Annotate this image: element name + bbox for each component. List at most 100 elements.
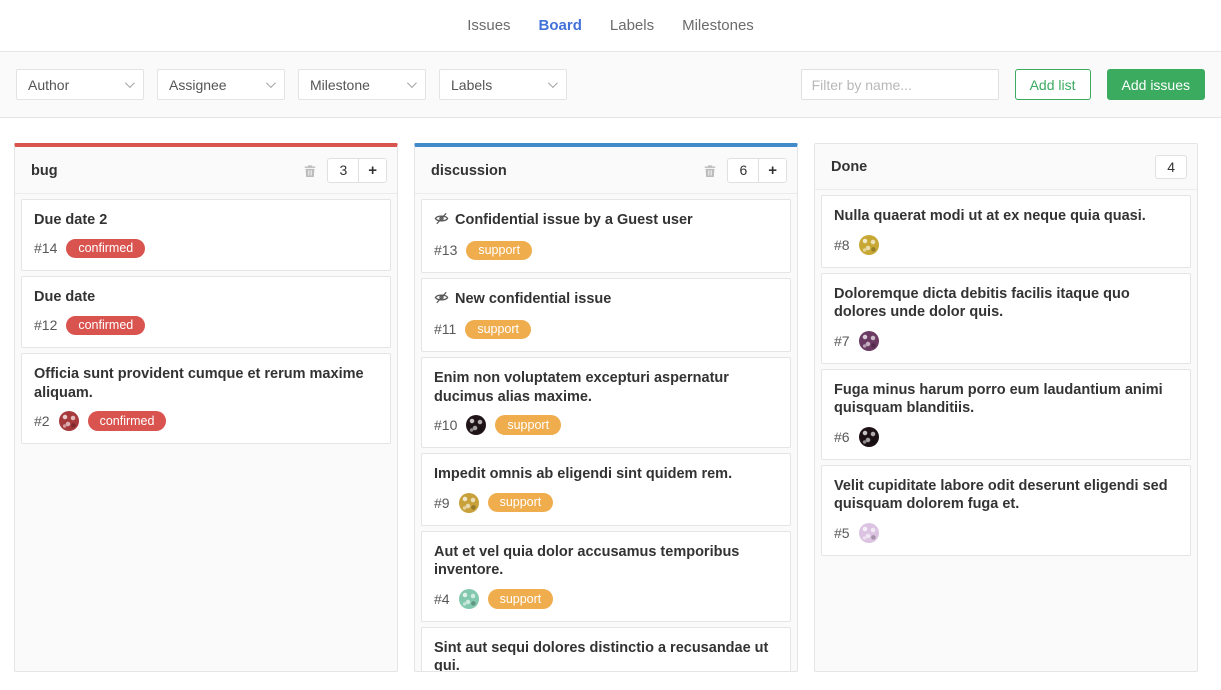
list-header: Done 4: [815, 144, 1197, 190]
label-badge[interactable]: support: [495, 415, 561, 435]
issue-title: Confidential issue by a Guest user: [434, 211, 778, 232]
list-title: Done: [831, 159, 867, 175]
label-badge[interactable]: support: [465, 320, 531, 340]
issue-number: #13: [434, 242, 457, 258]
label-badge[interactable]: support: [488, 493, 554, 513]
confidential-eye-slash-icon: [434, 290, 449, 311]
tab-issues[interactable]: Issues: [467, 17, 510, 34]
add-issues-button[interactable]: Add issues: [1107, 69, 1205, 100]
issue-number: #9: [434, 495, 450, 511]
issue-card[interactable]: Aut et vel quia dolor accusamus temporib…: [421, 531, 791, 622]
issue-number: #7: [834, 333, 850, 349]
board-list-discussion: discussion 6 + Confidential issue by a G…: [414, 143, 798, 672]
issue-title: Officia sunt provident cumque et rerum m…: [34, 365, 378, 402]
issue-card[interactable]: Officia sunt provident cumque et rerum m…: [21, 353, 391, 444]
issue-title: Due date 2: [34, 211, 378, 230]
trash-icon: [303, 164, 317, 178]
list-actions: 3 +: [327, 158, 387, 183]
chevron-down-icon: [407, 78, 417, 88]
issue-card[interactable]: Velit cupiditate labore odit deserunt el…: [821, 465, 1191, 556]
issue-number: #12: [34, 317, 57, 333]
issue-title: Doloremque dicta debitis facilis itaque …: [834, 285, 1178, 322]
label-badge[interactable]: support: [488, 589, 554, 609]
issue-card[interactable]: Sint aut sequi dolores distinctio a recu…: [421, 627, 791, 671]
assignee-avatar[interactable]: [466, 415, 486, 435]
list-title: discussion: [431, 163, 507, 179]
project-tabs: Issues Board Labels Milestones: [0, 0, 1221, 52]
issue-title: Enim non voluptatem excepturi aspernatur…: [434, 369, 778, 406]
tab-labels[interactable]: Labels: [610, 17, 654, 34]
assignee-avatar[interactable]: [859, 523, 879, 543]
issue-card[interactable]: Confidential issue by a Guest user #13 s…: [421, 199, 791, 273]
issue-card[interactable]: Due date #12 confirmed: [21, 276, 391, 348]
delete-list-button[interactable]: [303, 164, 317, 178]
list-header: discussion 6 +: [415, 147, 797, 194]
label-badge[interactable]: confirmed: [88, 411, 167, 431]
issue-card[interactable]: Impedit omnis ab eligendi sint quidem re…: [421, 453, 791, 526]
milestone-filter-dropdown[interactable]: Milestone: [298, 69, 426, 100]
issue-count-badge: 3: [328, 159, 358, 182]
add-list-button[interactable]: Add list: [1015, 69, 1091, 100]
issue-number: #10: [434, 417, 457, 433]
filter-by-name-input[interactable]: [801, 69, 999, 100]
issue-card[interactable]: Due date 2 #14 confirmed: [21, 199, 391, 271]
issue-number: #8: [834, 237, 850, 253]
tab-board[interactable]: Board: [539, 17, 582, 34]
delete-list-button[interactable]: [703, 164, 717, 178]
issue-count-badge: 6: [728, 159, 758, 182]
issue-title: Velit cupiditate labore odit deserunt el…: [834, 477, 1178, 514]
issue-number: #2: [34, 413, 50, 429]
label-badge[interactable]: support: [466, 241, 532, 261]
issue-title: Aut et vel quia dolor accusamus temporib…: [434, 543, 778, 580]
labels-filter-dropdown[interactable]: Labels: [439, 69, 567, 100]
assignee-avatar[interactable]: [859, 427, 879, 447]
issue-card[interactable]: Doloremque dicta debitis facilis itaque …: [821, 273, 1191, 364]
issue-title: Fuga minus harum porro eum laudantium an…: [834, 381, 1178, 418]
new-issue-button[interactable]: +: [758, 159, 786, 182]
list-title: bug: [31, 163, 58, 179]
label-badge[interactable]: confirmed: [66, 239, 145, 259]
tab-milestones[interactable]: Milestones: [682, 17, 754, 34]
issue-count-badge: 4: [1156, 156, 1186, 178]
chevron-down-icon: [548, 78, 558, 88]
board-list-bug: bug 3 + Due date 2 #14 confirmed Due dat…: [14, 143, 398, 672]
issue-card[interactable]: Enim non voluptatem excepturi aspernatur…: [421, 357, 791, 448]
assignee-avatar[interactable]: [459, 493, 479, 513]
issue-title: Impedit omnis ab eligendi sint quidem re…: [434, 465, 778, 484]
issue-title: Sint aut sequi dolores distinctio a recu…: [434, 639, 778, 671]
issue-board: bug 3 + Due date 2 #14 confirmed Due dat…: [0, 118, 1221, 690]
author-filter-dropdown[interactable]: Author: [16, 69, 144, 100]
assignee-avatar[interactable]: [459, 589, 479, 609]
chevron-down-icon: [125, 78, 135, 88]
list-actions: 4: [1155, 155, 1187, 179]
label-badge[interactable]: confirmed: [66, 316, 145, 336]
assignee-avatar[interactable]: [859, 331, 879, 351]
list-header: bug 3 +: [15, 147, 397, 194]
board-filter-bar: Author Assignee Milestone Labels Add lis…: [0, 52, 1221, 118]
issue-number: #6: [834, 429, 850, 445]
assignee-avatar[interactable]: [859, 235, 879, 255]
confidential-eye-slash-icon: [434, 211, 449, 232]
issue-number: #4: [434, 591, 450, 607]
list-actions: 6 +: [727, 158, 787, 183]
author-filter-label: Author: [28, 77, 69, 93]
new-issue-button[interactable]: +: [358, 159, 386, 182]
issue-title: Nulla quaerat modi ut at ex neque quia q…: [834, 207, 1178, 226]
assignee-filter-label: Assignee: [169, 77, 227, 93]
assignee-filter-dropdown[interactable]: Assignee: [157, 69, 285, 100]
list-body: Due date 2 #14 confirmed Due date #12 co…: [15, 194, 397, 671]
issue-title: New confidential issue: [434, 290, 778, 311]
issue-number: #11: [434, 321, 456, 337]
assignee-avatar[interactable]: [59, 411, 79, 431]
issue-card[interactable]: New confidential issue #11 support: [421, 278, 791, 352]
issue-number: #14: [34, 240, 57, 256]
issue-card[interactable]: Nulla quaerat modi ut at ex neque quia q…: [821, 195, 1191, 268]
issue-title: Due date: [34, 288, 378, 307]
chevron-down-icon: [266, 78, 276, 88]
list-body: Nulla quaerat modi ut at ex neque quia q…: [815, 190, 1197, 671]
list-body: Confidential issue by a Guest user #13 s…: [415, 194, 797, 671]
milestone-filter-label: Milestone: [310, 77, 370, 93]
board-list-done: Done 4 Nulla quaerat modi ut at ex neque…: [814, 143, 1198, 672]
issue-card[interactable]: Fuga minus harum porro eum laudantium an…: [821, 369, 1191, 460]
labels-filter-label: Labels: [451, 77, 492, 93]
